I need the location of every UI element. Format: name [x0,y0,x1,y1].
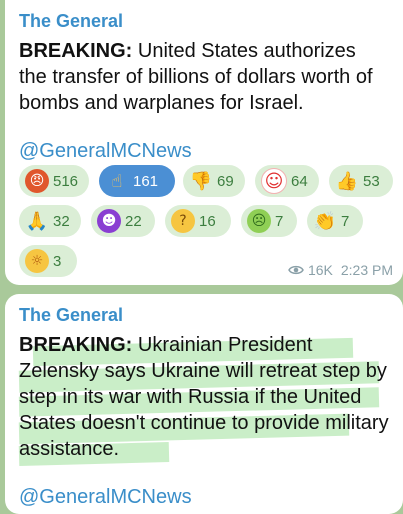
message-bubble-1[interactable]: The General BREAKING: United States auth… [5,0,403,285]
message-time: 2:23 PM [340,262,393,278]
message-meta: 16K 2:23 PM [288,262,393,278]
clapping-icon: 👏 [313,210,337,232]
thinking-icon: ? [171,209,195,233]
reaction-folded-hands[interactable]: 🙏 32 [19,205,81,237]
reaction-angry-swearing[interactable]: 😠 516 [19,165,89,197]
pointing-up-icon: ☝ [111,170,123,192]
thumbs-down-icon: 👎 [189,170,213,192]
message-bubble-2[interactable]: The General BREAKING: Ukrainian Presiden… [5,294,403,514]
reaction-count: 64 [291,172,308,190]
reaction-devil[interactable]: ☻ 22 [91,205,155,237]
thumbs-up-icon: 👍 [335,170,359,192]
message-text: BREAKING: Ukrainian President Zelensky s… [19,332,389,462]
reaction-clapping[interactable]: 👏 7 [307,205,363,237]
reaction-count: 7 [341,212,350,230]
reaction-count: 7 [275,212,284,230]
reaction-count: 69 [217,172,234,190]
breaking-label: BREAKING: [19,40,133,62]
eye-icon [288,265,304,275]
folded-hands-icon: 🙏 [25,210,49,232]
reaction-thinking[interactable]: ? 16 [165,205,231,237]
reaction-pointing-up[interactable]: ☝ 161 [99,165,175,197]
view-count: 16K [307,262,333,278]
reaction-count: 16 [199,212,216,230]
angry-swearing-icon: 😠 [25,169,49,193]
reaction-thumbs-up[interactable]: 👍 53 [329,165,393,197]
breaking-label: BREAKING: [19,334,133,356]
exploding-head-icon: ☼ [25,249,49,273]
clown-icon: ☺ [261,168,287,194]
channel-name[interactable]: The General [19,10,389,32]
channel-link[interactable]: @GeneralMCNews [19,138,389,164]
reaction-count: 22 [125,212,142,230]
devil-icon: ☻ [97,209,121,233]
reaction-count: 3 [53,252,62,270]
nauseated-icon: ☹ [247,209,271,233]
reaction-exploding-head[interactable]: ☼ 3 [19,245,77,277]
channel-name[interactable]: The General [19,304,389,326]
reaction-thumbs-down[interactable]: 👎 69 [183,165,245,197]
reaction-count: 53 [363,172,380,190]
message-text: BREAKING: United States authorizes the t… [19,38,389,116]
reaction-count: 516 [53,172,79,190]
reaction-nauseated[interactable]: ☹ 7 [241,205,297,237]
reaction-count: 32 [53,212,70,230]
reaction-clown[interactable]: ☺ 64 [255,165,319,197]
reaction-count: 161 [133,172,159,190]
channel-link[interactable]: @GeneralMCNews [19,484,389,510]
